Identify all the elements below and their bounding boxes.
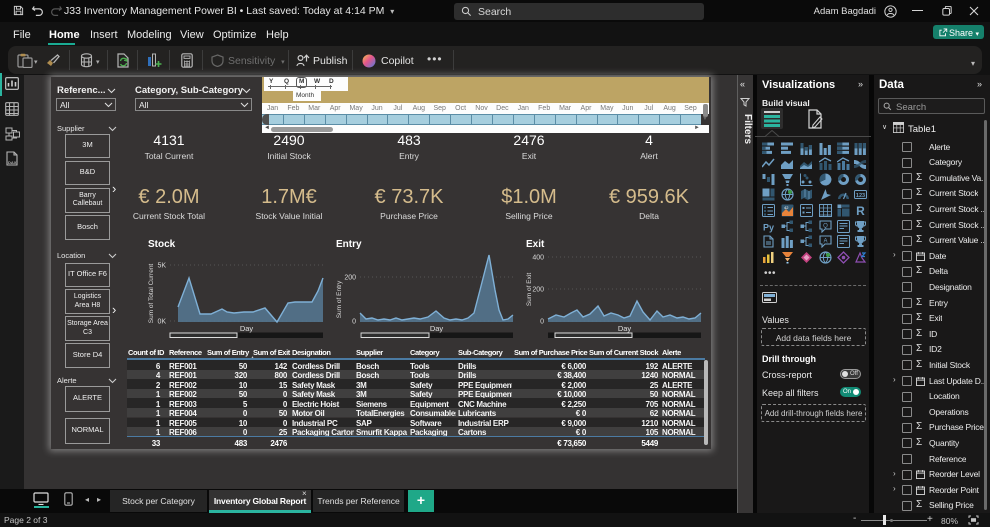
- svg-text:0: 0: [540, 319, 544, 326]
- svg-text:A: A: [823, 239, 827, 245]
- svg-text:Sum of Entry: Sum of Entry: [336, 280, 343, 318]
- svg-text:42: 42: [784, 205, 789, 210]
- svg-text:Entry: Entry: [336, 239, 362, 250]
- svg-text:0: 0: [352, 319, 356, 326]
- svg-text:Stock: Stock: [148, 239, 176, 250]
- svg-text:Sum of Total Current: Sum of Total Current: [148, 264, 155, 324]
- svg-text:Day: Day: [430, 324, 444, 333]
- svg-text:Py: Py: [763, 223, 774, 233]
- svg-text:200: 200: [344, 275, 356, 282]
- svg-text:123: 123: [856, 193, 865, 199]
- svg-text:Day: Day: [618, 324, 632, 333]
- svg-text:R: R: [856, 204, 865, 217]
- svg-text:5K: 5K: [157, 263, 166, 270]
- svg-text:0K: 0K: [157, 319, 166, 326]
- svg-text:Q: Q: [823, 224, 828, 230]
- svg-text:200: 200: [532, 287, 544, 294]
- svg-text:Day: Day: [240, 324, 254, 333]
- svg-text:Exit: Exit: [526, 239, 545, 250]
- svg-text:400: 400: [532, 255, 544, 262]
- svg-text:Sum of Exit: Sum of Exit: [526, 273, 533, 306]
